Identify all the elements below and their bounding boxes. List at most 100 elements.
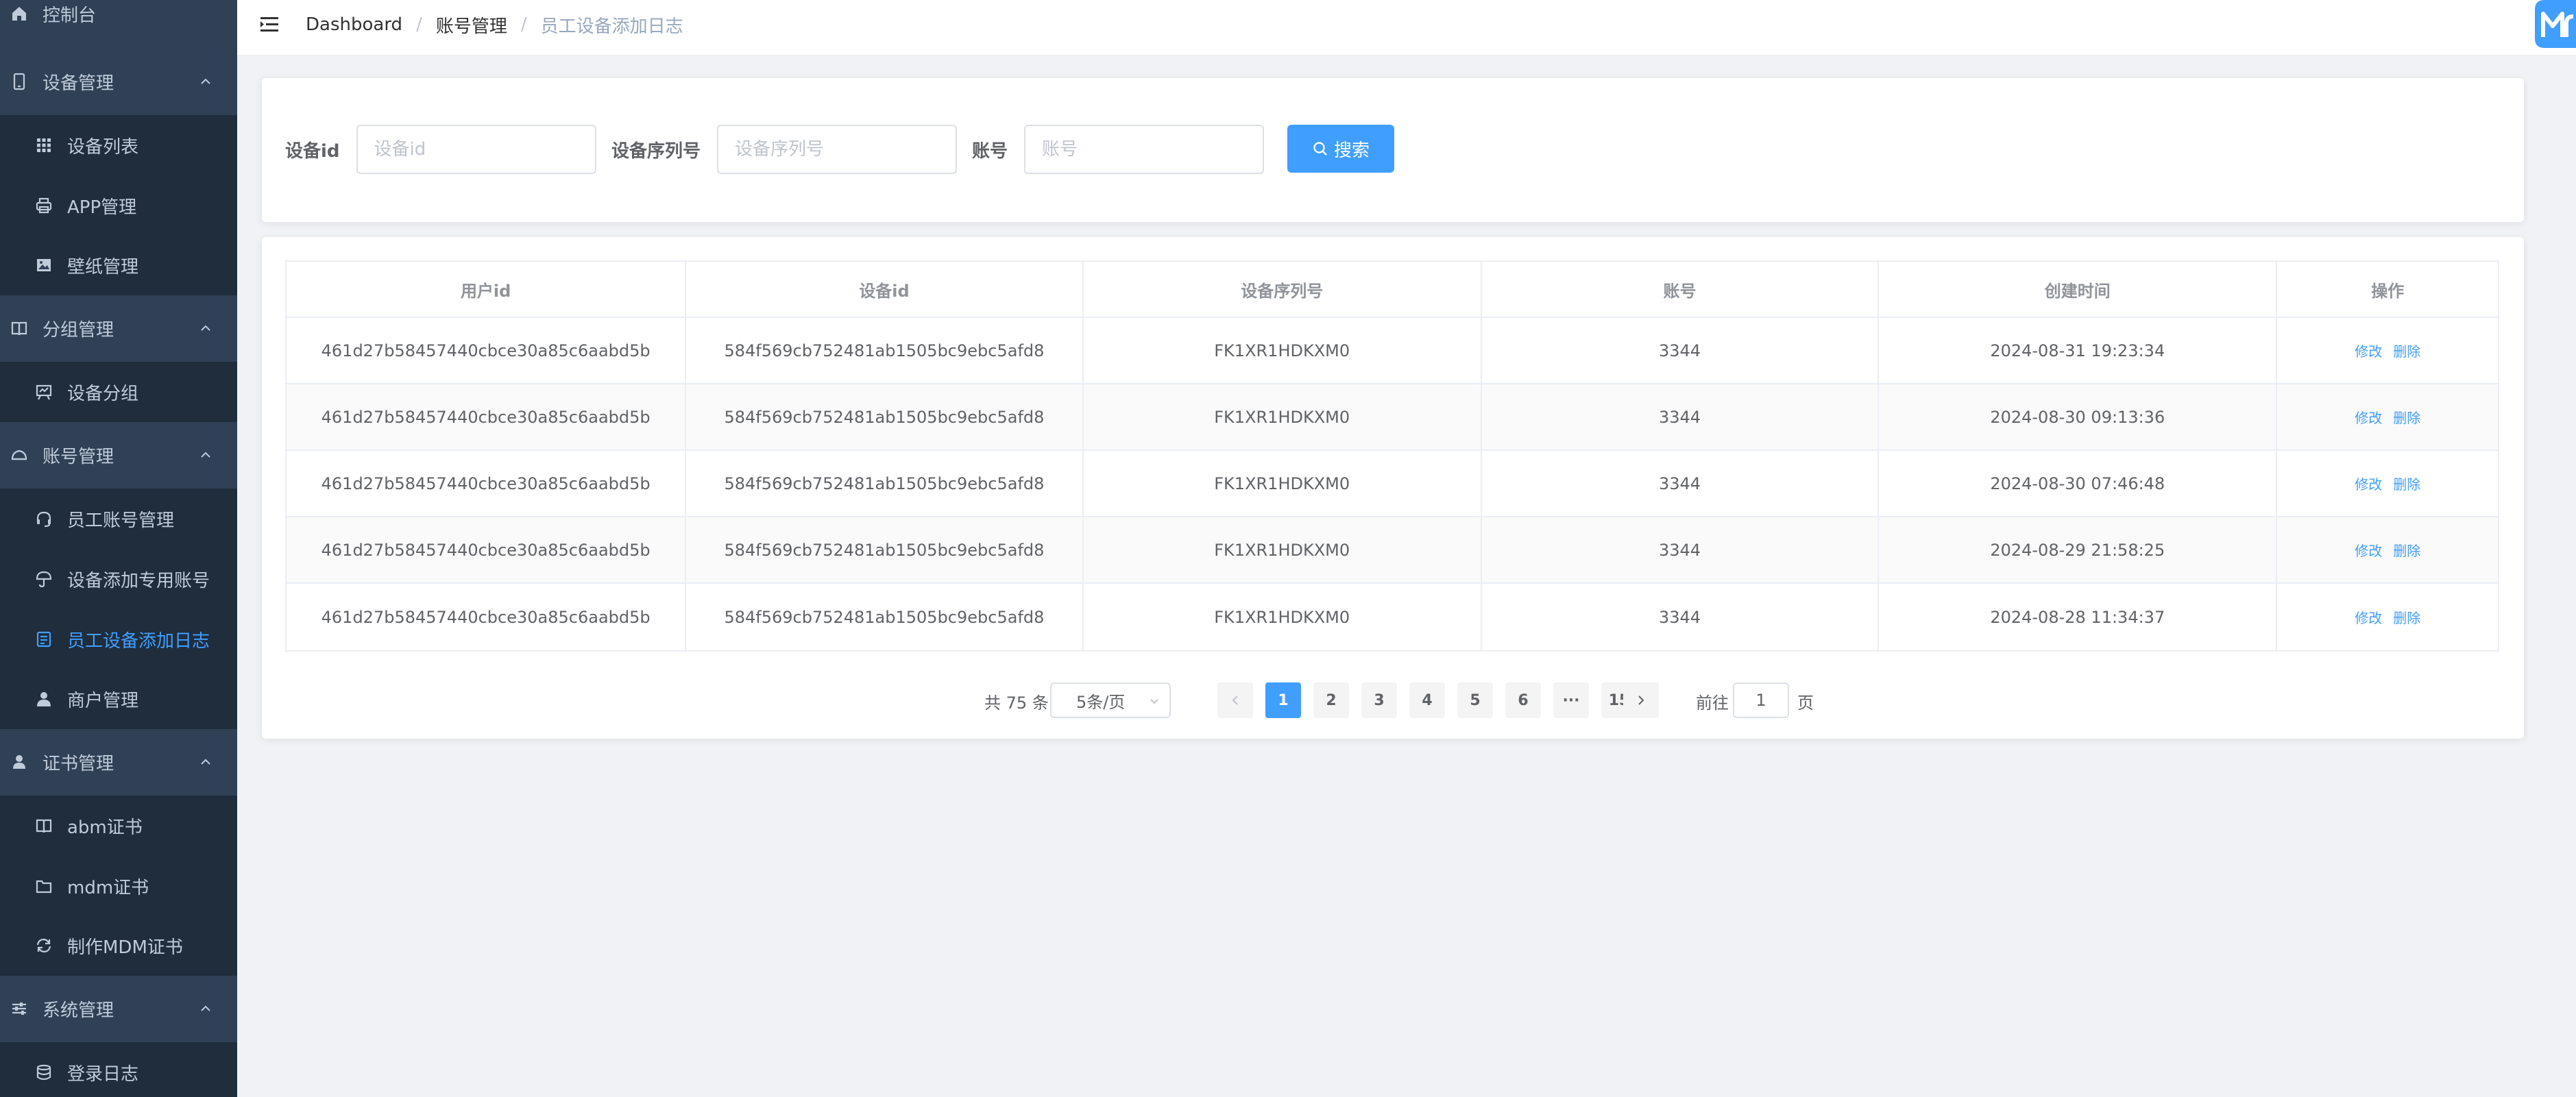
chevron-left-icon (1232, 695, 1238, 705)
board-icon (34, 382, 53, 402)
umbrella-icon (34, 569, 53, 589)
cell-created-at: 2024-08-30 07:46:48 (1879, 451, 2278, 517)
menu-label: mdm证书 (67, 877, 149, 898)
goto-prefix: 前往 (1696, 693, 1729, 713)
goto-page-input[interactable] (1733, 682, 1789, 718)
menu-label: 设备列表 (67, 136, 139, 158)
menu-group-5[interactable]: 分组管理 (0, 298, 237, 358)
hamburger-icon[interactable] (258, 12, 282, 37)
menu-item-10[interactable]: 员工设备添加日志 (0, 609, 237, 669)
menu-group-0[interactable]: 控制台 (0, 0, 237, 44)
cell-device-id: 584f569cb752481ab1505bc9ebc5afd8 (686, 584, 1084, 650)
book-icon (10, 319, 29, 338)
column-header-created-at: 创建时间 (1879, 262, 2278, 318)
sliders-icon (10, 999, 29, 1018)
menu-label: 系统管理 (42, 1000, 114, 1021)
chevron-up-icon (201, 452, 210, 458)
menu-label: 证书管理 (42, 753, 114, 774)
picture-icon (34, 256, 53, 275)
cell-serial: FK1XR1HDKXM0 (1084, 584, 1482, 650)
menu-group-16[interactable]: 系统管理 (0, 978, 237, 1039)
page-button-1[interactable]: 1 (1265, 682, 1301, 718)
menu-item-2[interactable]: 设备列表 (0, 115, 237, 175)
menu-label: 制作MDM证书 (67, 937, 183, 958)
cell-serial: FK1XR1HDKXM0 (1083, 384, 1482, 451)
menu-item-8[interactable]: 员工账号管理 (0, 489, 237, 549)
menu-item-9[interactable]: 设备添加专用账号 (0, 549, 237, 609)
breadcrumb-item-account[interactable]: 账号管理 (436, 12, 507, 38)
edit-link[interactable]: 修改 (2355, 473, 2382, 493)
menu-group-1[interactable]: 设备管理 (0, 51, 237, 112)
menu-item-3[interactable]: APP管理 (0, 175, 237, 236)
column-header-serial: 设备序列号 (1083, 262, 1482, 318)
edit-link[interactable]: 修改 (2355, 341, 2382, 360)
chevron-up-icon (201, 325, 210, 331)
menu-item-14[interactable]: mdm证书 (0, 856, 237, 916)
book-icon (34, 816, 53, 835)
edit-link[interactable]: 修改 (2355, 407, 2382, 427)
menu-label: 员工账号管理 (67, 510, 175, 531)
page-button-6[interactable]: 6 (1505, 682, 1541, 718)
next-page-button[interactable] (1623, 682, 1659, 718)
column-header-account: 账号 (1481, 262, 1880, 318)
table-row: 461d27b58457440cbce30a85c6aabd5b 584f569c… (287, 451, 2498, 517)
delete-link[interactable]: 删除 (2393, 540, 2420, 560)
edit-link[interactable]: 修改 (2355, 607, 2382, 627)
cell-actions: 修改 删除 (2277, 451, 2498, 517)
account-input[interactable] (1024, 125, 1265, 174)
serial-input[interactable] (717, 125, 958, 174)
menu-group-12[interactable]: 证书管理 (0, 732, 237, 792)
cell-account: 3344 (1481, 517, 1880, 584)
menu-label: 分组管理 (42, 319, 114, 341)
prev-page-button[interactable] (1217, 682, 1253, 718)
table-card: 用户id 设备id 设备序列号 账号 创建时间 操作 461d27b584574… (262, 237, 2524, 739)
menu-item-13[interactable]: abm证书 (0, 796, 237, 856)
page-button-4[interactable]: 4 (1409, 682, 1445, 718)
navbar: Dashboard / 账号管理 / 员工设备添加日志 (237, 0, 2576, 56)
chevron-up-icon (201, 78, 210, 84)
menu-label: abm证书 (67, 817, 143, 838)
cell-device-id: 584f569cb752481ab1505bc9ebc5afd8 (686, 384, 1084, 451)
delete-link[interactable]: 删除 (2393, 341, 2420, 360)
page-button-3[interactable]: 3 (1361, 682, 1397, 718)
device-id-input[interactable] (356, 125, 596, 174)
page-size-select[interactable]: 5条/页 (1050, 682, 1171, 718)
cell-user-id: 461d27b58457440cbce30a85c6aabd5b (287, 584, 687, 650)
cell-user-id: 461d27b58457440cbce30a85c6aabd5b (287, 451, 687, 517)
cell-device-id: 584f569cb752481ab1505bc9ebc5afd8 (686, 318, 1084, 384)
cell-account: 3344 (1481, 318, 1880, 384)
menu-item-17[interactable]: 登录日志 (0, 1042, 237, 1097)
edit-link[interactable]: 修改 (2355, 540, 2382, 560)
data-table: 用户id 设备id 设备序列号 账号 创建时间 操作 461d27b584574… (285, 260, 2499, 652)
device-id-label: 设备id (285, 140, 340, 162)
delete-link[interactable]: 删除 (2393, 607, 2420, 627)
page-ellipsis-button[interactable]: ··· (1553, 682, 1589, 718)
breadcrumb: Dashboard / 账号管理 / 员工设备添加日志 (306, 12, 683, 37)
menu-item-11[interactable]: 商户管理 (0, 669, 237, 729)
table-row: 461d27b58457440cbce30a85c6aabd5b 584f569c… (287, 318, 2498, 384)
breadcrumb-item-dashboard[interactable]: Dashboard (306, 14, 402, 35)
page-button-2[interactable]: 2 (1313, 682, 1349, 718)
form-item-device-id: 设备id (285, 125, 596, 174)
tablet-icon (10, 72, 29, 91)
menu-item-15[interactable]: 制作MDM证书 (0, 915, 237, 976)
menu-label: 控制台 (42, 5, 97, 26)
menu-label: 商户管理 (67, 690, 139, 711)
cell-user-id: 461d27b58457440cbce30a85c6aabd5b (287, 318, 687, 384)
menu-item-6[interactable]: 设备分组 (0, 362, 237, 422)
log-icon (34, 630, 53, 649)
delete-link[interactable]: 删除 (2393, 407, 2420, 427)
page-button-5[interactable]: 5 (1457, 682, 1493, 718)
search-button[interactable]: 搜索 (1287, 125, 1394, 173)
table-header-row: 用户id 设备id 设备序列号 账号 创建时间 操作 (287, 262, 2498, 318)
cell-account: 3344 (1481, 451, 1880, 517)
menu-item-4[interactable]: 壁纸管理 (0, 235, 237, 295)
refresh-icon (34, 936, 53, 955)
menu-group-7[interactable]: 账号管理 (0, 425, 237, 485)
account-label: 账号 (972, 140, 1008, 162)
delete-link[interactable]: 删除 (2393, 473, 2420, 493)
cell-created-at: 2024-08-28 11:34:37 (1879, 584, 2278, 650)
chevron-up-icon (201, 1005, 210, 1011)
headset-icon (34, 509, 53, 528)
main-content: 设备id 设备序列号 账号 搜索 用户id 设备id 设备序列号 账号 (237, 56, 2576, 1097)
